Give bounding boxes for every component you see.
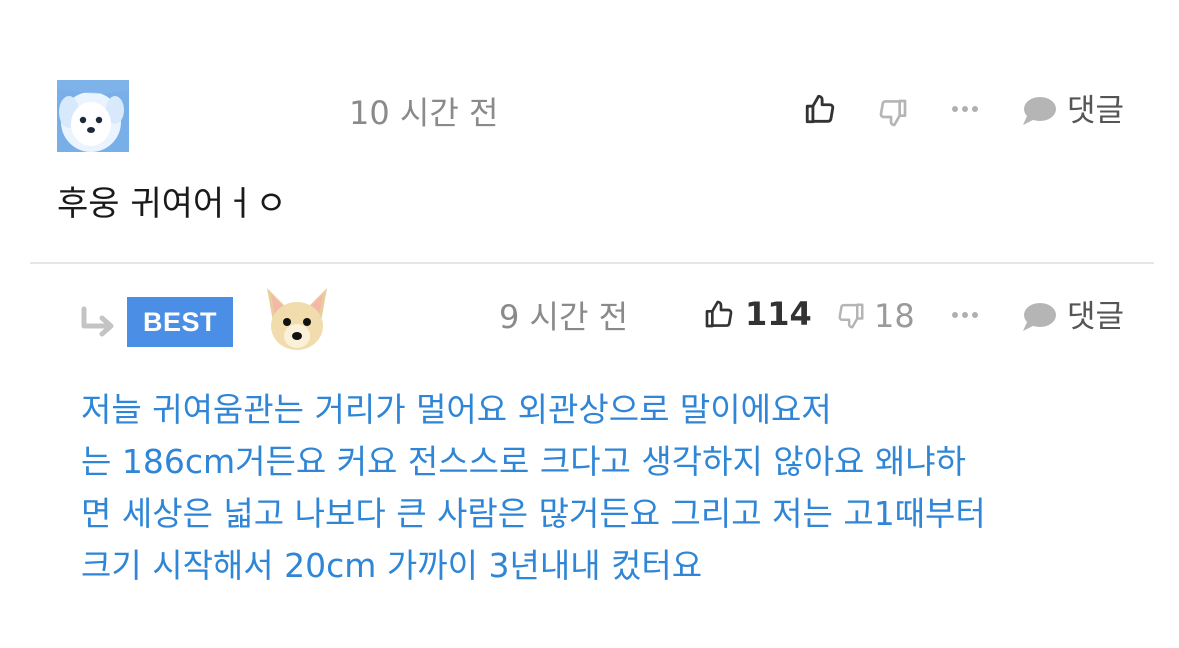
commenter-avatar[interactable] — [57, 80, 129, 152]
more-dots-icon — [950, 104, 980, 114]
reply-reply-button[interactable]: 댓글 — [1021, 301, 1124, 333]
reply-body: 저늘 귀여움관는 거리가 멀어요 외관상으로 말이에요저 는 186cm거든요 … — [81, 384, 1141, 592]
dislike-count: 18 — [874, 297, 915, 335]
speech-bubble-icon — [1021, 95, 1057, 127]
comment-body: 후웅 귀여어ㅓㅇ — [57, 184, 287, 224]
reply-more-options-button[interactable] — [950, 310, 980, 320]
thumbs-up-icon — [803, 92, 837, 126]
reply-like-button[interactable]: 114 — [703, 298, 812, 330]
replier-avatar[interactable] — [259, 282, 335, 358]
reply-label: 댓글 — [1067, 298, 1125, 335]
reply-body-line: 면 세상은 넓고 나보다 큰 사람은 많거든요 그리고 저는 고1때부터 — [81, 494, 986, 533]
comment-timestamp: 10 시간 전 — [349, 94, 499, 132]
reply-body-line: 크기 시작해서 20cm 가까이 3년내내 컸터요 — [81, 546, 703, 585]
dislike-button[interactable] — [877, 97, 909, 129]
reply-dislike-button[interactable]: 18 — [836, 300, 915, 332]
best-badge: BEST — [127, 297, 233, 347]
thumbs-up-icon — [703, 298, 735, 330]
comment-divider — [30, 262, 1154, 264]
reply-label: 댓글 — [1067, 92, 1125, 129]
thumbs-down-icon — [877, 97, 909, 129]
reply-button[interactable]: 댓글 — [1021, 95, 1124, 127]
reply-arrow-icon — [79, 306, 119, 342]
more-options-button[interactable] — [950, 104, 980, 114]
like-button[interactable] — [803, 92, 837, 126]
chihuahua-avatar-icon — [259, 282, 335, 358]
speech-bubble-icon — [1021, 301, 1057, 333]
reply-body-line: 는 186cm거든요 커요 전스스로 크다고 생각하지 않아요 왜냐하 — [81, 442, 966, 481]
reply-timestamp: 9 시간 전 — [499, 298, 629, 336]
like-count: 114 — [745, 295, 812, 333]
reply-body-line: 저늘 귀여움관는 거리가 멀어요 외관상으로 말이에요저 — [81, 390, 832, 429]
white-dog-avatar-icon — [57, 80, 129, 152]
thumbs-down-icon — [836, 301, 866, 331]
more-dots-icon — [950, 310, 980, 320]
